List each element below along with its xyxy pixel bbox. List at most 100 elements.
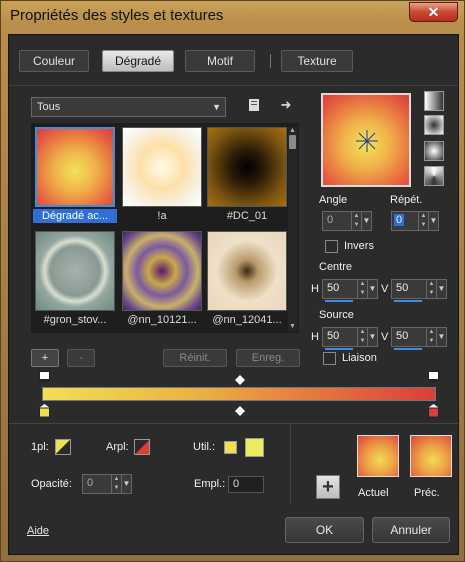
opacity-spinner[interactable]: 0 ▲ ▼ ▼ xyxy=(82,474,132,494)
book-icon[interactable] xyxy=(246,98,262,114)
rectangular-style-icon[interactable] xyxy=(424,115,444,135)
tab-couleur[interactable]: Couleur xyxy=(19,50,89,72)
scroll-up-icon[interactable]: ▲ xyxy=(288,127,297,135)
gallery-thumb[interactable] xyxy=(35,231,115,311)
crosshair-icon xyxy=(356,130,378,152)
close-button[interactable]: ✕ xyxy=(409,2,458,22)
fg-label: 1pl: xyxy=(31,441,49,453)
ok-button[interactable]: OK xyxy=(285,517,364,543)
centre-v-label: V xyxy=(381,283,389,295)
source-v-bar xyxy=(394,348,422,350)
scroll-thumb[interactable] xyxy=(289,135,296,149)
centre-h-bar xyxy=(325,300,353,302)
tab-degrade[interactable]: Dégradé xyxy=(102,50,174,72)
angle-spinner[interactable]: 0 ▲ ▼ ▼ xyxy=(322,211,372,231)
color-stop-yellow-icon[interactable] xyxy=(39,404,50,418)
arrow-right-icon[interactable]: ➜ xyxy=(278,97,294,113)
scroll-down-icon[interactable]: ▼ xyxy=(288,323,297,331)
gradient-gallery: Dégradé ac... !a #DC_01 #gron_stov... @n… xyxy=(31,123,299,333)
spin-arrows-icon[interactable]: ▲ ▼ xyxy=(426,280,436,298)
radial-style-icon[interactable] xyxy=(424,141,444,161)
chevron-down-icon[interactable]: ▼ xyxy=(121,474,132,494)
foreground-swatch[interactable] xyxy=(55,439,71,455)
help-link[interactable]: Aide xyxy=(27,525,49,537)
reset-button[interactable]: Réinit. xyxy=(163,349,227,367)
spin-arrows-icon[interactable]: ▲ ▼ xyxy=(357,328,367,346)
gallery-thumb[interactable] xyxy=(122,127,202,207)
user-label: Util.: xyxy=(193,441,215,453)
spin-arrows-icon[interactable]: ▲ ▼ xyxy=(426,328,436,346)
chevron-down-icon[interactable]: ▼ xyxy=(428,211,439,231)
link-checkbox[interactable] xyxy=(323,352,336,365)
divider xyxy=(9,85,458,86)
window-title: Propriétés des styles et textures xyxy=(10,7,224,24)
midpoint-diamond-icon[interactable] xyxy=(235,375,246,386)
chevron-down-icon[interactable]: ▼ xyxy=(436,279,447,299)
opacity-stop-icon[interactable] xyxy=(39,371,50,383)
opacity-label: Opacité: xyxy=(31,478,72,490)
repeat-spinner[interactable]: 0 ▲ ▼ ▼ xyxy=(391,211,439,231)
gallery-thumb[interactable] xyxy=(35,127,115,207)
dialog-client: Couleur Dégradé Motif Texture Tous ▼ ➜ D… xyxy=(8,34,459,555)
gradient-bar[interactable] xyxy=(42,387,436,401)
remove-button[interactable]: - xyxy=(67,349,95,367)
save-button[interactable]: Enreg. xyxy=(236,349,300,367)
linear-style-icon[interactable] xyxy=(424,91,444,111)
chevron-down-icon[interactable]: ▼ xyxy=(367,327,378,347)
location-input[interactable]: 0 xyxy=(228,476,264,493)
divider xyxy=(9,423,458,424)
gallery-thumb[interactable] xyxy=(207,231,287,311)
gallery-thumb-label: Dégradé ac... xyxy=(33,209,117,223)
chevron-down-icon[interactable]: ▼ xyxy=(436,327,447,347)
centre-v-spinner[interactable]: 50 ▲ ▼ ▼ xyxy=(391,279,447,302)
centre-h-spinner[interactable]: 50 ▲ ▼ ▼ xyxy=(322,279,378,302)
gallery-thumb-label: @nn_12041... xyxy=(212,314,282,326)
spin-arrows-icon[interactable]: ▲ ▼ xyxy=(357,280,367,298)
tab-texture[interactable]: Texture xyxy=(281,50,353,72)
opacity-stop-icon[interactable] xyxy=(428,371,439,383)
color-stop-red-icon[interactable] xyxy=(428,404,439,418)
source-v-spinner[interactable]: 50 ▲ ▼ ▼ xyxy=(391,327,447,350)
chevron-down-icon[interactable]: ▼ xyxy=(361,211,372,231)
centre-h-value: 50 xyxy=(327,282,340,294)
invert-label: Invers xyxy=(344,240,374,252)
source-h-label: H xyxy=(311,331,319,343)
gallery-thumb[interactable] xyxy=(207,127,287,207)
previous-label: Préc. xyxy=(414,487,440,499)
source-h-spinner[interactable]: 50 ▲ ▼ ▼ xyxy=(322,327,378,350)
previous-gradient-swatch[interactable] xyxy=(410,435,452,477)
centre-v-bar xyxy=(394,300,422,302)
centre-v-value: 50 xyxy=(396,282,409,294)
spin-arrows-icon[interactable]: ▲ ▼ xyxy=(111,475,121,493)
gallery-thumb[interactable] xyxy=(122,231,202,311)
tab-separator xyxy=(270,54,271,68)
spin-arrows-icon[interactable]: ▲ ▼ xyxy=(351,212,361,230)
midpoint-diamond-icon[interactable] xyxy=(235,406,246,417)
spin-arrows-icon[interactable]: ▲ ▼ xyxy=(418,212,428,230)
chevron-down-icon[interactable]: ▼ xyxy=(367,279,378,299)
angle-value: 0 xyxy=(327,214,334,226)
gallery-thumb-label: !a xyxy=(157,210,167,222)
user-swatch[interactable] xyxy=(245,438,264,457)
link-label: Liaison xyxy=(342,352,377,364)
source-h-value: 50 xyxy=(327,330,340,342)
tab-motif[interactable]: Motif xyxy=(185,50,255,72)
add-gradient-button[interactable]: + xyxy=(316,475,340,499)
sunburst-style-icon[interactable] xyxy=(424,166,444,186)
repeat-label: Répét. xyxy=(390,194,423,206)
dialog-window: Propriétés des styles et textures ✕ Coul… xyxy=(0,0,465,562)
add-button[interactable]: + xyxy=(31,349,59,367)
category-combo[interactable]: Tous ▼ xyxy=(31,97,226,117)
gallery-scrollbar[interactable]: ▲ ▼ xyxy=(288,127,297,331)
cancel-button[interactable]: Annuler xyxy=(372,517,450,543)
divider xyxy=(290,423,291,503)
user-swatch-small[interactable] xyxy=(224,441,237,454)
source-v-label: V xyxy=(381,331,389,343)
gradient-preview[interactable] xyxy=(321,93,411,187)
title-bar: Propriétés des styles et textures ✕ xyxy=(1,1,465,34)
gallery-thumb-label: @nn_10121... xyxy=(127,314,197,326)
current-gradient-swatch[interactable] xyxy=(357,435,399,477)
angle-label: Angle xyxy=(319,194,348,206)
background-swatch[interactable] xyxy=(134,439,150,455)
invert-checkbox[interactable] xyxy=(325,240,338,253)
